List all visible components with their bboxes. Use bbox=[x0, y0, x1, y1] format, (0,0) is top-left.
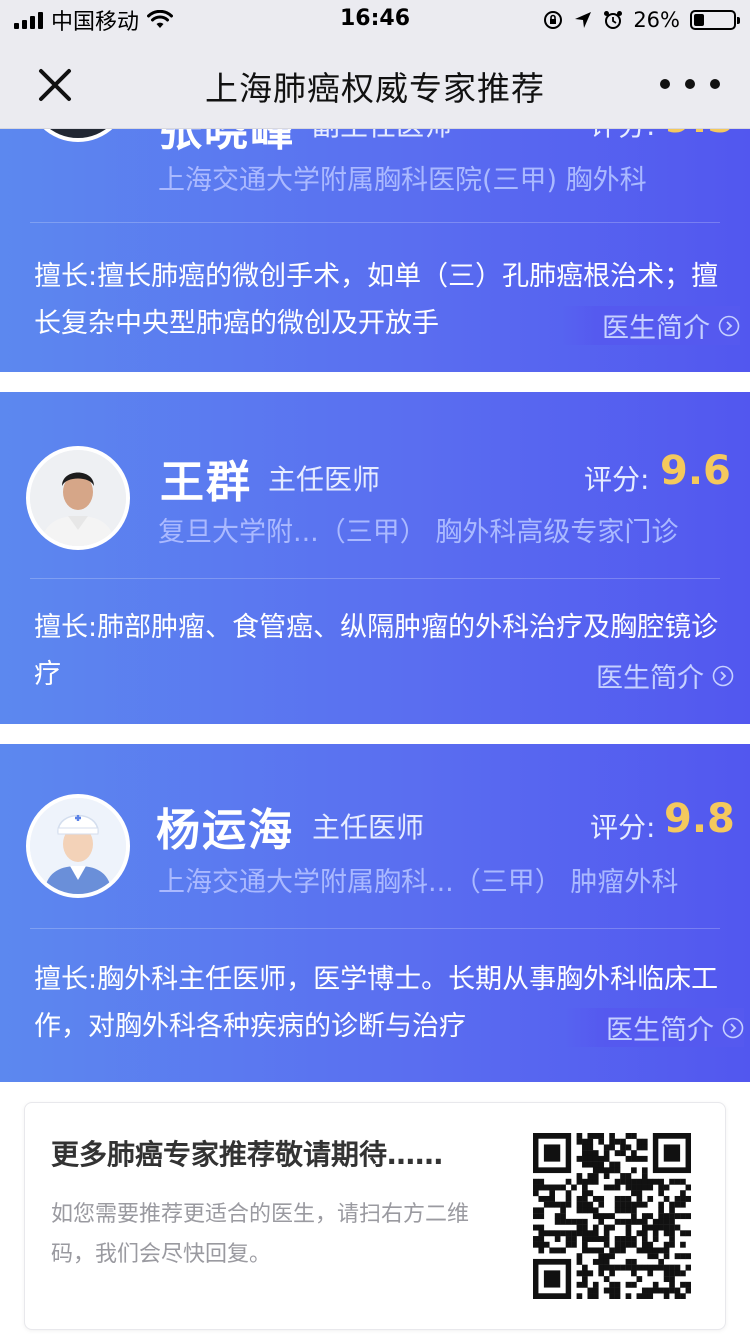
promo-description: 如您需要推荐更适合的医生，请扫右方二维码，我们会尽快回复。 bbox=[51, 1202, 470, 1267]
more-icon[interactable] bbox=[660, 64, 720, 104]
alarm-icon bbox=[604, 11, 623, 29]
card-divider bbox=[30, 928, 720, 929]
doctor-intro-link[interactable]: 医生简介 bbox=[596, 656, 734, 695]
doctor-name: 王群 bbox=[160, 457, 252, 508]
rotation-lock-icon bbox=[544, 11, 563, 29]
doctor-hospital: 复旦大学附...（三甲） 胸外科高级专家门诊 bbox=[158, 517, 679, 548]
doctor-avatar bbox=[26, 446, 130, 550]
nav-bar: 上海肺癌权威专家推荐 bbox=[0, 40, 750, 129]
doctor-intro-label: 医生简介 bbox=[596, 663, 704, 694]
location-icon bbox=[575, 12, 592, 28]
status-right: 26% bbox=[543, 6, 740, 34]
doctor-intro-label: 医生简介 bbox=[606, 1015, 714, 1046]
score-label: 评分: bbox=[584, 463, 650, 496]
promo-card: 更多肺癌专家推荐敬请期待…… 如您需要推荐更适合的医生，请扫右方二维码，我们会尽… bbox=[24, 1102, 726, 1330]
battery-level-fill bbox=[694, 14, 704, 26]
status-bar: 中国移动 16:46 26% bbox=[0, 0, 750, 40]
battery-percent: 26% bbox=[633, 8, 680, 32]
chevron-right-circle-icon bbox=[722, 1017, 744, 1038]
doctor-intro-link[interactable]: 医生简介 bbox=[566, 1008, 744, 1047]
doctor-title: 主任医师 bbox=[268, 463, 381, 496]
doctor-score: 9.6 bbox=[660, 448, 731, 494]
doctor-score: 9.8 bbox=[664, 796, 735, 842]
chevron-right-circle-icon bbox=[712, 665, 734, 686]
battery-icon bbox=[690, 10, 740, 30]
doctor-hospital: 上海交通大学附属胸科医院(三甲) 胸外科 bbox=[158, 165, 647, 196]
doctor-hospital: 上海交通大学附属胸科...（三甲） 肿瘤外科 bbox=[158, 867, 679, 898]
page-title: 上海肺癌权威专家推荐 bbox=[205, 69, 545, 108]
doctor-avatar bbox=[26, 794, 130, 898]
card-divider bbox=[30, 222, 720, 223]
doctor-card[interactable]: 杨运海 主任医师 评分: 9.8 上海交通大学附属胸科...（三甲） 肿瘤外科 … bbox=[0, 744, 750, 1082]
doctor-title: 主任医师 bbox=[312, 811, 425, 844]
chevron-right-circle-icon bbox=[718, 315, 740, 336]
qr-code[interactable] bbox=[533, 1133, 691, 1299]
promo-title: 更多肺癌专家推荐敬请期待…… bbox=[51, 1138, 444, 1171]
doctor-intro-link[interactable]: 医生简介 bbox=[562, 306, 740, 345]
card-divider bbox=[30, 578, 720, 579]
doctor-name: 杨运海 bbox=[156, 805, 294, 856]
doctor-intro-label: 医生简介 bbox=[602, 313, 710, 344]
score-label: 评分: bbox=[590, 811, 656, 844]
doctor-card[interactable]: 王群 主任医师 评分: 9.6 复旦大学附...（三甲） 胸外科高级专家门诊 擅… bbox=[0, 392, 750, 724]
